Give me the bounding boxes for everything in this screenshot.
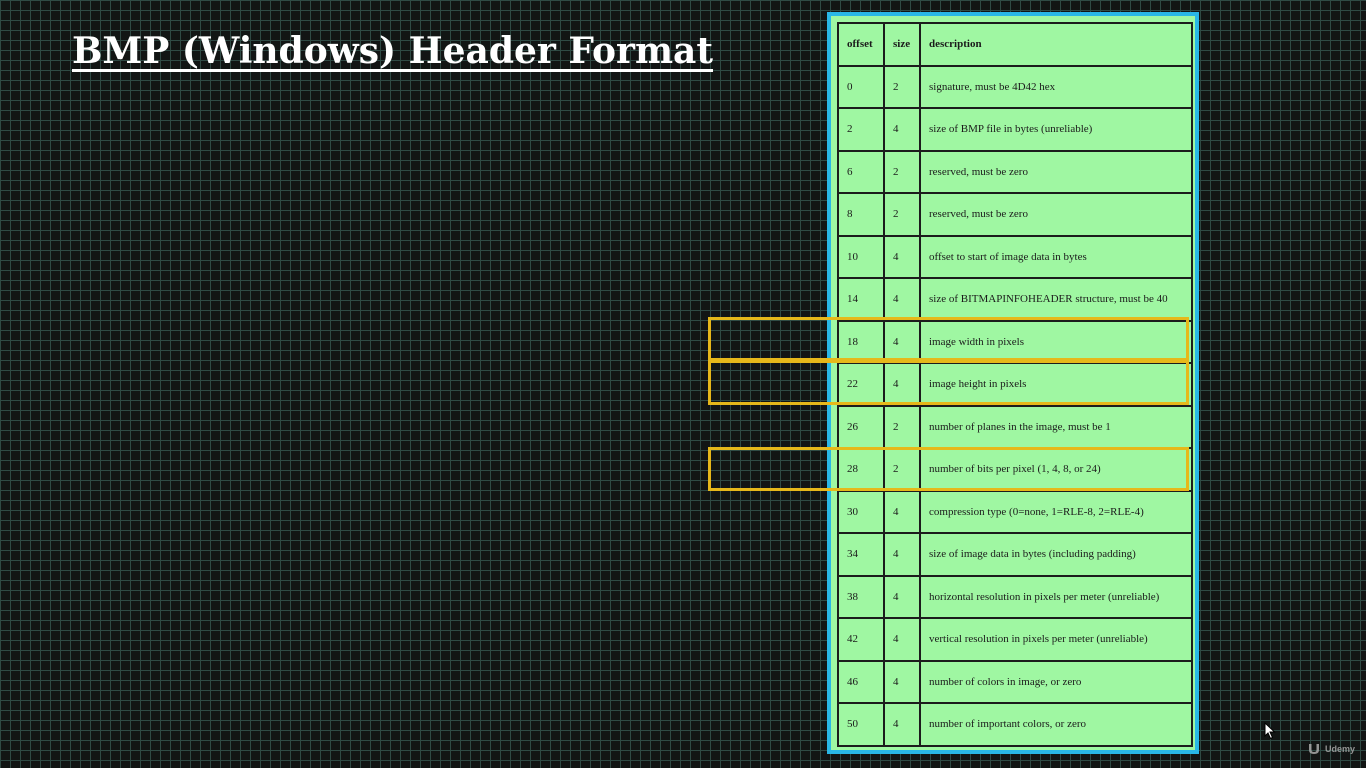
udemy-logo-icon — [1309, 744, 1319, 754]
offset-cell: 22 — [837, 362, 885, 407]
size-cell: 2 — [883, 192, 921, 237]
table-row: 28 2 number of bits per pixel (1, 4, 8, … — [837, 447, 1193, 492]
size-cell: 4 — [883, 277, 921, 322]
table-row: 42 4 vertical resolution in pixels per m… — [837, 617, 1193, 662]
description-cell: size of image data in bytes (including p… — [919, 532, 1193, 577]
offset-cell: 6 — [837, 149, 885, 194]
offset-cell: 2 — [837, 107, 885, 152]
offset-cell: 46 — [837, 659, 885, 704]
description-cell: signature, must be 4D42 hex — [919, 64, 1193, 109]
offset-cell: 18 — [837, 319, 885, 364]
offset-cell: 38 — [837, 574, 885, 619]
table-row: 8 2 reserved, must be zero — [837, 192, 1193, 237]
table-row: 26 2 number of planes in the image, must… — [837, 404, 1193, 449]
size-cell: 4 — [883, 617, 921, 662]
description-column-header: description — [919, 22, 1193, 67]
description-cell: number of bits per pixel (1, 4, 8, or 24… — [919, 447, 1193, 492]
table-header-row: offset size description — [837, 22, 1193, 67]
description-cell: number of important colors, or zero — [919, 702, 1193, 747]
size-cell: 4 — [883, 574, 921, 619]
table-row: 0 2 signature, must be 4D42 hex — [837, 64, 1193, 109]
description-cell: reserved, must be zero — [919, 149, 1193, 194]
offset-cell: 14 — [837, 277, 885, 322]
table-row: 6 2 reserved, must be zero — [837, 149, 1193, 194]
size-cell: 4 — [883, 362, 921, 407]
offset-cell: 8 — [837, 192, 885, 237]
offset-cell: 30 — [837, 489, 885, 534]
udemy-watermark: Udemy — [1306, 742, 1355, 756]
size-cell: 4 — [883, 107, 921, 152]
description-cell: compression type (0=none, 1=RLE-8, 2=RLE… — [919, 489, 1193, 534]
size-column-header: size — [883, 22, 921, 67]
description-cell: horizontal resolution in pixels per mete… — [919, 574, 1193, 619]
offset-cell: 26 — [837, 404, 885, 449]
description-cell: number of planes in the image, must be 1 — [919, 404, 1193, 449]
offset-column-header: offset — [837, 22, 885, 67]
table-row: 14 4 size of BITMAPINFOHEADER structure,… — [837, 277, 1193, 322]
offset-cell: 0 — [837, 64, 885, 109]
table-row: 34 4 size of image data in bytes (includ… — [837, 532, 1193, 577]
description-cell: number of colors in image, or zero — [919, 659, 1193, 704]
description-cell: vertical resolution in pixels per meter … — [919, 617, 1193, 662]
table-row: 50 4 number of important colors, or zero — [837, 702, 1193, 747]
table-row: 22 4 image height in pixels — [837, 362, 1193, 407]
slide-title: BMP (Windows) Header Format — [72, 30, 714, 72]
bmp-header-table: offset size description 0 2 signature, m… — [837, 22, 1193, 747]
size-cell: 2 — [883, 64, 921, 109]
table-row: 18 4 image width in pixels — [837, 319, 1193, 364]
description-cell: image width in pixels — [919, 319, 1193, 364]
size-cell: 4 — [883, 234, 921, 279]
size-cell: 4 — [883, 659, 921, 704]
size-cell: 2 — [883, 404, 921, 449]
table-row: 46 4 number of colors in image, or zero — [837, 659, 1193, 704]
offset-cell: 34 — [837, 532, 885, 577]
description-cell: offset to start of image data in bytes — [919, 234, 1193, 279]
offset-cell: 50 — [837, 702, 885, 747]
table-row: 10 4 offset to start of image data in by… — [837, 234, 1193, 279]
size-cell: 4 — [883, 702, 921, 747]
bmp-header-table-frame: offset size description 0 2 signature, m… — [827, 12, 1199, 754]
offset-cell: 42 — [837, 617, 885, 662]
udemy-watermark-text: Udemy — [1325, 744, 1356, 754]
description-cell: image height in pixels — [919, 362, 1193, 407]
description-cell: size of BITMAPINFOHEADER structure, must… — [919, 277, 1193, 322]
table-row: 30 4 compression type (0=none, 1=RLE-8, … — [837, 489, 1193, 534]
description-cell: reserved, must be zero — [919, 192, 1193, 237]
size-cell: 2 — [883, 447, 921, 492]
table-row: 38 4 horizontal resolution in pixels per… — [837, 574, 1193, 619]
description-cell: size of BMP file in bytes (unreliable) — [919, 107, 1193, 152]
size-cell: 4 — [883, 532, 921, 577]
size-cell: 2 — [883, 149, 921, 194]
size-cell: 4 — [883, 489, 921, 534]
offset-cell: 10 — [837, 234, 885, 279]
mouse-pointer-icon — [1264, 722, 1276, 740]
size-cell: 4 — [883, 319, 921, 364]
table-row: 2 4 size of BMP file in bytes (unreliabl… — [837, 107, 1193, 152]
offset-cell: 28 — [837, 447, 885, 492]
